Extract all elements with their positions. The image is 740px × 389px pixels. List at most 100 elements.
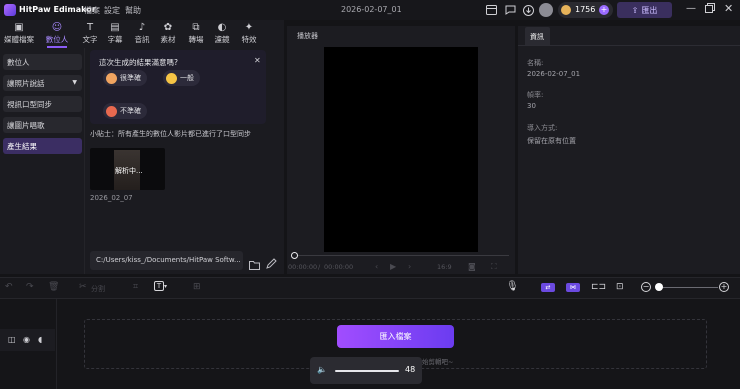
tool-subtitle[interactable]: ▤ 字幕 xyxy=(102,22,128,46)
feedback-inaccurate-button[interactable]: 不準確 xyxy=(103,103,147,119)
avatar[interactable] xyxy=(539,3,553,17)
credits-badge[interactable]: 1756 + xyxy=(558,2,613,18)
folder-icon[interactable] xyxy=(249,255,260,274)
tool-label: 素材 xyxy=(160,35,176,44)
mute-track-icon[interactable]: ◖ xyxy=(38,335,42,344)
feedback-accurate-button[interactable]: 很準確 xyxy=(103,70,147,86)
mute-icon[interactable]: 🔈 xyxy=(317,365,327,374)
zoom-slider-knob[interactable] xyxy=(655,283,663,291)
nav-label: 數位人 xyxy=(7,57,30,67)
add-clip-icon[interactable]: ⊞ xyxy=(193,282,201,292)
tool-assets[interactable]: ✿ 素材 xyxy=(155,22,181,46)
app-logo-icon xyxy=(4,4,16,16)
tool-label: 濾鏡 xyxy=(214,35,230,44)
magnet-snap-icon[interactable]: ⋈ xyxy=(566,283,580,292)
import-file-button[interactable]: 匯入檔案 xyxy=(337,325,454,348)
redo-icon[interactable]: ↷ xyxy=(26,282,34,292)
microphone-icon[interactable]: 🎙 xyxy=(506,281,519,292)
menu-help[interactable]: 幫助 xyxy=(125,5,141,16)
tab-info[interactable]: 資訊 xyxy=(525,27,550,45)
fullscreen-icon[interactable]: ⛶ xyxy=(491,262,497,272)
zoom-out-icon[interactable]: − xyxy=(641,282,651,292)
aspect-ratio[interactable]: 16:9 xyxy=(437,263,452,271)
menu-file[interactable]: 檔案 xyxy=(84,5,100,16)
tool-audio[interactable]: ♪ 音訊 xyxy=(129,22,155,46)
nav-item-lip-sync[interactable]: 視訊口型同步 xyxy=(3,96,82,112)
time-total: 00:00:00 xyxy=(324,263,354,271)
tool-digital-human[interactable]: ☺ 數位人 xyxy=(44,22,70,46)
tool-text[interactable]: T 文字 xyxy=(77,22,103,46)
audio-icon: ♪ xyxy=(138,22,146,33)
undo-icon[interactable]: ↶ xyxy=(5,282,13,292)
maximize-icon[interactable] xyxy=(705,3,715,15)
export-button[interactable]: ⇪ 匯出 xyxy=(617,2,672,18)
neutral-face-icon xyxy=(166,72,177,84)
play-icon[interactable]: ▶ xyxy=(390,262,396,271)
close-icon[interactable]: ✕ xyxy=(724,2,733,15)
nav-item-results[interactable]: 產生結果 xyxy=(3,138,82,154)
nav-item-digital-human[interactable]: 數位人 xyxy=(3,54,82,70)
split-icon[interactable]: ✂ xyxy=(79,282,87,292)
message-icon[interactable] xyxy=(503,3,517,17)
fps-value: 30 xyxy=(527,102,536,110)
project-name: 2026-02-07_01 xyxy=(341,5,402,14)
app-window: HitPaw Edimakor 檔案 設定 幫助 2026-02-07_01 1… xyxy=(0,0,740,389)
nav-item-photo-sing[interactable]: 讓圖片唱歌 xyxy=(3,117,82,133)
import-label: 導入方式: xyxy=(527,124,558,132)
export-icon: ⇪ xyxy=(631,5,639,15)
split-label[interactable]: 分割 xyxy=(91,284,105,294)
download-icon[interactable] xyxy=(521,3,535,17)
prev-frame-icon[interactable]: ‹ xyxy=(375,262,378,271)
text-box-icon: T xyxy=(154,281,164,291)
feedback-popup: 這次生成的結果滿意嗎? ✕ 很準確 一般 不準確 xyxy=(90,50,266,124)
minimize-icon[interactable]: — xyxy=(686,3,696,14)
crop-icon[interactable]: ⌗ xyxy=(133,282,138,292)
fit-timeline-icon[interactable]: ⊡ xyxy=(616,282,624,292)
result-name: 2026_02_07 xyxy=(90,194,133,202)
zoom-slider-track[interactable] xyxy=(656,287,718,288)
result-thumbnail[interactable]: 解析中... xyxy=(90,148,165,190)
volume-slider[interactable] xyxy=(335,370,399,372)
playhead-knob[interactable] xyxy=(291,252,298,259)
volume-value: 48 xyxy=(405,365,416,374)
tool-effects[interactable]: ✦ 特效 xyxy=(236,22,262,46)
close-popup-icon[interactable]: ✕ xyxy=(254,56,261,65)
nav-label: 產生結果 xyxy=(7,141,37,151)
option-label: 很準確 xyxy=(120,74,141,82)
tool-label: 音訊 xyxy=(134,35,150,44)
snapshot-icon[interactable]: ◙ xyxy=(468,262,476,271)
tool-transition[interactable]: ⧉ 轉場 xyxy=(183,22,209,46)
tool-filter[interactable]: ◐ 濾鏡 xyxy=(209,22,235,46)
zoom-in-icon[interactable]: + xyxy=(719,282,729,292)
save-path-field[interactable]: C:/Users/kiss_/Documents/HitPaw Softw... xyxy=(90,251,243,270)
subtitle-icon: ▤ xyxy=(110,22,120,33)
assets-icon: ✿ xyxy=(163,22,173,33)
effects-icon: ✦ xyxy=(244,22,254,33)
player-panel: 播放器 00:00:00 / 00:00:00 ‹ ▶ › 16:9 ◙ ⛶ xyxy=(287,26,515,274)
fps-label: 幀率: xyxy=(527,91,544,99)
next-frame-icon[interactable]: › xyxy=(408,262,411,271)
option-label: 不準確 xyxy=(120,107,141,115)
import-file-label: 匯入檔案 xyxy=(379,332,412,341)
start-editing-hint: 始剪輯吧~ xyxy=(422,358,454,366)
feedback-average-button[interactable]: 一般 xyxy=(163,70,200,86)
nav-label: 視訊口型同步 xyxy=(7,99,52,109)
text-icon: T xyxy=(86,22,94,33)
progress-track[interactable] xyxy=(293,255,509,256)
split-audio-icon[interactable]: ⊏⊐ xyxy=(591,282,606,292)
layout-icon[interactable] xyxy=(484,3,498,17)
text-style-dropdown[interactable]: T ▾ xyxy=(154,281,172,294)
hide-track-icon[interactable]: ◉ xyxy=(23,335,30,344)
add-credits-icon[interactable]: + xyxy=(599,5,609,15)
edit-icon[interactable] xyxy=(266,254,277,273)
lock-track-icon[interactable]: ◫ xyxy=(8,335,16,344)
menu-settings[interactable]: 設定 xyxy=(104,5,120,16)
delete-icon[interactable]: 🗑 xyxy=(48,282,59,292)
caret-down-icon: ▼ xyxy=(72,79,77,86)
player-title: 播放器 xyxy=(297,32,318,40)
link-clips-icon[interactable]: ⇄ xyxy=(541,283,555,292)
export-label: 匯出 xyxy=(641,5,658,15)
nav-item-talking-photo[interactable]: 讓照片說話 ▼ xyxy=(3,75,82,91)
tool-media[interactable]: ▣ 媒體檔案 xyxy=(3,22,35,46)
video-preview[interactable] xyxy=(324,47,478,252)
